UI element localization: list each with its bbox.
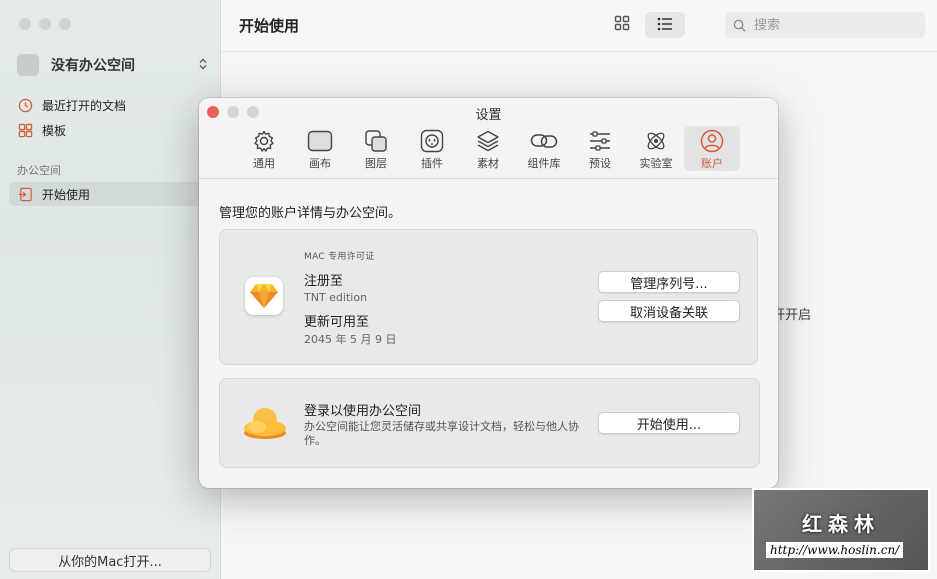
zoom-window-button[interactable]	[59, 18, 71, 30]
sidebar-item-label: 模板	[42, 123, 67, 138]
watermark-url: http://www.hoslin.cn/	[766, 542, 904, 558]
tab-presets[interactable]: 预设	[572, 126, 628, 171]
login-heading: 登录以使用办公空间	[304, 404, 422, 419]
grid-icon	[614, 15, 630, 35]
tab-label: 组件库	[527, 157, 561, 170]
manage-serial-button[interactable]: 管理序列号...	[598, 271, 740, 293]
canvas-icon	[307, 128, 333, 154]
tab-libraries[interactable]: 组件库	[516, 126, 572, 171]
updates-until-label: 更新可用至	[304, 315, 370, 330]
tab-label: 画布	[309, 157, 331, 170]
search-input[interactable]	[752, 16, 916, 34]
sidebar-section-title: 办公空间	[17, 164, 61, 177]
tab-layers[interactable]: 图层	[348, 126, 404, 171]
settings-tabbar: 通用 画布 图层 插件 素材 组件库 预设 实验室 账户	[236, 126, 740, 171]
registered-to-value: TNT edition	[304, 291, 368, 304]
workspace-login-card: 登录以使用办公空间 办公空间能让您灵活储存或共享设计文档，轻松与他人协作。 开始…	[219, 378, 760, 468]
watermark-badge: 红森林 http://www.hoslin.cn/	[752, 488, 930, 572]
clock-icon	[17, 97, 33, 113]
cloud-workspace-icon	[244, 408, 286, 439]
template-grid-icon	[17, 122, 33, 138]
link-icon	[530, 128, 558, 154]
tab-label: 素材	[477, 157, 499, 170]
sidebar-item-templates[interactable]: 模板	[9, 118, 209, 142]
workspace-switcher[interactable]: 没有办公空间	[17, 52, 207, 78]
close-window-button[interactable]	[19, 18, 31, 30]
sidebar-item-label: 最近打开的文档	[42, 98, 127, 113]
license-card: MAC 专用许可证 注册至 TNT edition 更新可用至 2045 年 5…	[219, 229, 758, 365]
updates-until-value: 2045 年 5 月 9 日	[304, 333, 397, 346]
workspace-avatar	[17, 54, 39, 76]
sliders-icon	[588, 128, 612, 154]
user-icon	[700, 128, 724, 154]
minimize-window-button[interactable]	[39, 18, 51, 30]
settings-toolbar: 设置 通用 画布 图层 插件 素材 组件库 预设 实验室 账户	[199, 98, 778, 179]
tab-canvas[interactable]: 画布	[292, 126, 348, 171]
dialog-title: 设置	[475, 108, 502, 123]
sidebar-item-label: 开始使用	[42, 187, 91, 202]
open-from-mac-button[interactable]: 从你的Mac打开...	[9, 548, 211, 572]
tab-account[interactable]: 账户	[684, 126, 740, 171]
enter-icon	[17, 186, 33, 202]
layers-icon	[364, 128, 388, 154]
search-field[interactable]	[725, 12, 925, 38]
tab-label: 插件	[421, 157, 443, 170]
tab-label: 图层	[365, 157, 387, 170]
main-toolbar: 开始使用	[221, 0, 937, 52]
plug-icon	[420, 128, 444, 154]
window-controls	[19, 18, 71, 30]
atom-icon	[644, 128, 668, 154]
stack-icon	[476, 128, 500, 154]
tab-label: 通用	[253, 157, 275, 170]
tab-assets[interactable]: 素材	[460, 126, 516, 171]
tab-plugins[interactable]: 插件	[404, 126, 460, 171]
sidebar-item-recent[interactable]: 最近打开的文档	[9, 93, 209, 117]
grid-view-button[interactable]	[602, 12, 642, 38]
sidebar-item-get-started[interactable]: 开始使用	[9, 182, 209, 206]
search-icon	[733, 19, 746, 32]
registered-to-label: 注册至	[304, 274, 344, 289]
page-title: 开始使用	[239, 17, 300, 35]
tab-general[interactable]: 通用	[236, 126, 292, 171]
account-description: 管理您的账户详情与办公空间。	[219, 206, 402, 221]
list-icon	[657, 16, 673, 35]
sketch-app-icon	[245, 277, 283, 315]
tab-label: 实验室	[639, 157, 673, 170]
chevron-updown-icon	[199, 58, 207, 73]
settings-dialog: 设置 通用 画布 图层 插件 素材 组件库 预设 实验室 账户 管理您的账户详情…	[199, 98, 778, 488]
gear-icon	[252, 128, 276, 154]
list-view-button[interactable]	[645, 12, 685, 38]
watermark-title: 红森林	[802, 512, 880, 536]
sidebar: 没有办公空间 最近打开的文档 模板 办公空间 开始使用 从你的Mac打开...	[0, 0, 221, 579]
license-kicker: MAC 专用许可证	[304, 252, 375, 262]
tab-label: 预设	[589, 157, 611, 170]
login-body: 办公空间能让您灵活储存或共享设计文档，轻松与他人协作。	[304, 420, 579, 447]
tab-label: 账户	[701, 157, 723, 170]
tab-labs[interactable]: 实验室	[628, 126, 684, 171]
workspace-label: 没有办公空间	[51, 58, 135, 74]
start-using-button[interactable]: 开始使用...	[598, 412, 740, 434]
unlink-device-button[interactable]: 取消设备关联	[598, 300, 740, 322]
